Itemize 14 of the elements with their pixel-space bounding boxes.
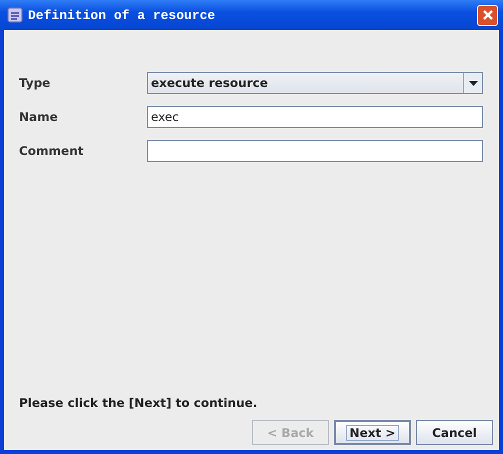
dialog-button[interactable]: Cancel xyxy=(416,420,493,445)
dropdown-arrow-icon xyxy=(468,80,478,86)
close-icon xyxy=(482,9,494,21)
text-field[interactable] xyxy=(147,140,483,162)
app-icon xyxy=(7,7,23,23)
field-label: Comment xyxy=(19,144,84,158)
type-dropdown[interactable]: execute resource xyxy=(147,72,483,94)
close-button[interactable] xyxy=(477,4,498,26)
instruction-text: Please click the [Next] to continue. xyxy=(18,396,258,410)
field-label: Type xyxy=(19,76,52,90)
window-title: Definition of a resource xyxy=(28,8,216,22)
text-field[interactable]: exec xyxy=(147,106,483,128)
dialog-button[interactable]: Next > xyxy=(334,420,411,445)
field-label: Name xyxy=(19,110,59,124)
